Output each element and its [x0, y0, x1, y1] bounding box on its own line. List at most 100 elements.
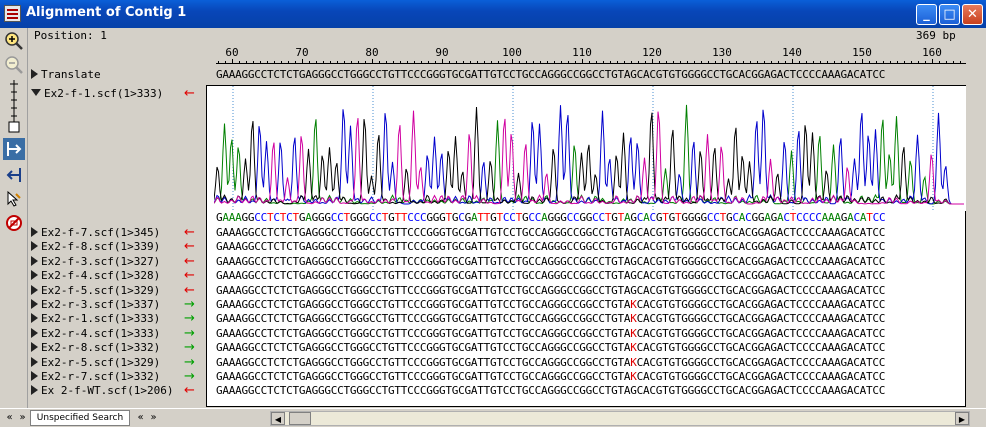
close-button[interactable]: ✕ [962, 4, 983, 25]
translate-row[interactable]: Translate [31, 68, 101, 82]
expand-triangle-icon[interactable] [31, 299, 38, 309]
tab-unspecified-search[interactable]: Unspecified Search [30, 410, 130, 426]
ruler-tick [890, 61, 891, 64]
expand-triangle-icon[interactable] [31, 241, 38, 252]
horizontal-scrollbar[interactable]: ◀ ▶ [270, 411, 970, 426]
collapse-right-icon[interactable] [3, 138, 25, 160]
read-sequence: GAAAGGCCTCTCTGAGGGCCTGGGCCTGTTCCCGGGTGCG… [216, 370, 886, 383]
scroll-right-icon[interactable]: ▶ [955, 412, 969, 425]
ruler-tick [841, 61, 842, 64]
ruler-tick [386, 61, 387, 64]
read-sequence: GAAAGGCCTCTCTGAGGGCCTGGGCCTGTTCCCGGGTGCG… [216, 384, 886, 398]
expand-triangle-icon[interactable] [31, 356, 38, 367]
read-row[interactable]: Ex2-r-3.scf(1>337) [31, 298, 160, 312]
ruler-tick [715, 61, 716, 64]
read-row[interactable]: Ex2-f-5.scf(1>329) [31, 284, 160, 298]
ruler-label: 140 [782, 46, 802, 59]
pointer-icon[interactable] [3, 188, 25, 210]
scroll-right-tabs-icon[interactable]: » [147, 411, 160, 425]
read-row[interactable]: Ex2-r-8.scf(1>332) [31, 341, 160, 355]
ruler-tick [918, 61, 919, 64]
minimize-button[interactable]: _ [916, 4, 937, 25]
last-tab-icon[interactable]: » [16, 411, 29, 425]
expanded-read-row[interactable]: Ex2-f-1.scf(1>333) [31, 87, 163, 101]
stop-icon[interactable] [3, 212, 25, 234]
scroll-left-icon[interactable]: ◀ [271, 412, 285, 425]
ruler-tick [239, 61, 240, 64]
ruler-tick [827, 61, 828, 64]
translate-label: Translate [41, 68, 101, 81]
expand-triangle-icon[interactable] [31, 313, 38, 324]
ruler-tick [645, 61, 646, 64]
ruler-tick [708, 61, 709, 64]
read-row[interactable]: Ex2-f-8.scf(1>339) [31, 240, 160, 254]
ruler-tick [610, 61, 611, 64]
ruler-tick [624, 61, 625, 64]
ruler-label: 120 [642, 46, 662, 59]
ruler-tick [379, 61, 380, 64]
sequence-length: 369 bp [916, 29, 956, 42]
ruler-tick [785, 61, 786, 64]
ruler-tick [631, 61, 632, 64]
ruler-tick [463, 61, 464, 64]
read-sequence: GAAAGGCCTCTCTGAGGGCCTGGGCCTGTTCCCGGGTGCG… [216, 312, 886, 326]
read-row[interactable]: Ex2-r-7.scf(1>332) [31, 370, 160, 384]
read-sequence: GAAAGGCCTCTCTGAGGGCCTGGGCCTGTTCCCGGGTGCG… [216, 355, 886, 369]
ruler-tick [757, 61, 758, 64]
ruler-tick [673, 61, 674, 64]
expand-triangle-icon[interactable] [31, 342, 38, 353]
collapse-left-icon[interactable] [3, 164, 25, 186]
ruler-tick [351, 61, 352, 64]
reverse-arrow-icon: ← [184, 383, 195, 399]
ruler-tick [652, 59, 653, 64]
read-label: Ex2-r-8.scf(1>332) [41, 341, 161, 355]
read-sequence: GAAAGGCCTCTCTGAGGGCCTGGGCCTGTTCCCGGGTGCG… [216, 298, 886, 311]
ruler-tick [260, 61, 261, 64]
zoom-out-icon[interactable] [3, 54, 25, 76]
read-row[interactable]: Ex2-r-1.scf(1>333) [31, 312, 160, 326]
ruler-tick [547, 61, 548, 64]
read-label: Ex2-f-1.scf(1>333) [44, 87, 164, 100]
ruler-tick [533, 61, 534, 64]
expand-triangle-icon[interactable] [31, 255, 38, 266]
expand-triangle-icon[interactable] [31, 284, 38, 295]
read-row[interactable]: Ex2-f-3.scf(1>327) [31, 255, 160, 269]
app-icon[interactable] [4, 5, 21, 22]
read-row[interactable]: Ex2-f-7.scf(1>345) [31, 226, 160, 240]
consensus-sequence: GAAAGGCCTCTCTGAGGGCCTGGGCCTGTTCCCGGGTGCG… [216, 68, 886, 81]
ruler-tick [274, 61, 275, 64]
ruler-tick [736, 61, 737, 64]
expand-triangle-icon[interactable] [31, 227, 38, 237]
read-row[interactable]: Ex2-r-4.scf(1>333) [31, 327, 160, 341]
maximize-button[interactable]: □ [939, 4, 960, 25]
ruler-tick [680, 61, 681, 64]
read-row[interactable]: Ex2-r-5.scf(1>329) [31, 356, 160, 370]
read-sequence: GAAAGGCCTCTCTGAGGGCCTGGGCCTGTTCCCGGGTGCG… [216, 283, 886, 297]
expand-triangle-icon[interactable] [31, 327, 38, 338]
ruler-tick [659, 61, 660, 64]
ruler-tick [372, 59, 373, 64]
scroll-thumb[interactable] [289, 412, 311, 425]
title-bar: Alignment of Contig 1 _ □ ✕ [0, 0, 986, 28]
ruler-tick [407, 61, 408, 64]
collapse-triangle-icon[interactable] [31, 89, 41, 96]
ruler-tick [449, 61, 450, 64]
first-tab-icon[interactable]: « [3, 411, 16, 425]
read-row[interactable]: Ex 2-f-WT.scf(1>206) [31, 384, 173, 398]
expand-triangle-icon[interactable] [31, 371, 38, 381]
expand-triangle-icon[interactable] [31, 385, 38, 396]
ruler-tick [792, 59, 793, 64]
expand-triangle-icon[interactable] [31, 69, 38, 79]
ruler-tick [435, 61, 436, 64]
zoom-in-icon[interactable] [3, 30, 25, 52]
scroll-left-tabs-icon[interactable]: « [134, 411, 147, 425]
ruler-tick [834, 61, 835, 64]
read-label: Ex 2-f-WT.scf(1>206) [41, 384, 174, 398]
read-row[interactable]: Ex2-f-4.scf(1>328) [31, 269, 160, 283]
ruler-tick [953, 61, 954, 64]
trace-height-slider-icon[interactable] [3, 78, 25, 138]
ruler-tick [925, 61, 926, 64]
expand-triangle-icon[interactable] [31, 270, 38, 281]
read-label: Ex2-f-4.scf(1>328) [41, 269, 161, 283]
read-sequence: GAAAGGCCTCTCTGAGGGCCTGGGCCTGTTCCCGGGTGCG… [216, 341, 886, 355]
